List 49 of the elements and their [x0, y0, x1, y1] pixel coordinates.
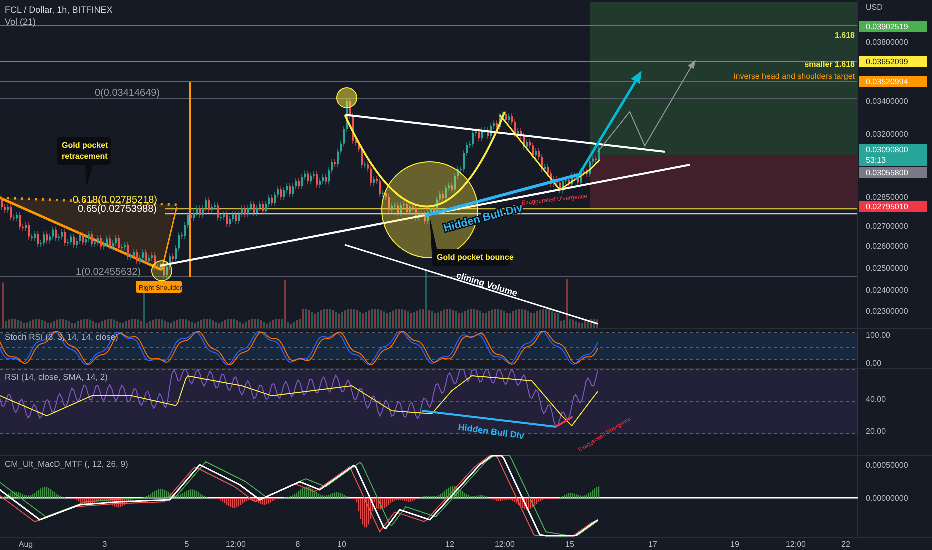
time-tick: 17 — [648, 540, 658, 549]
chart-annotation: Hidden Bull Div — [458, 422, 525, 442]
price-tick: 0.02700000 — [866, 222, 908, 231]
price-tag: 0.03902519 — [859, 21, 927, 32]
price-tag: 0.03090800 53:13 — [859, 144, 927, 166]
fib-level-label: 0.618(0.02785218) — [73, 195, 158, 206]
time-tick: 12:00 — [786, 540, 806, 549]
time-tick: 12 — [446, 540, 454, 549]
price-tag: 0.03520994 — [859, 76, 927, 87]
time-tick: 3 — [102, 540, 108, 549]
price-tick: 0.02600000 — [866, 242, 908, 251]
price-tag: 0.03055800 — [859, 167, 927, 178]
price-tag: 0.02795010 — [859, 201, 927, 212]
chart-title: FCL / Dollar, 1h, BITFINEX — [5, 5, 113, 15]
value-tick: 100.00 — [866, 331, 890, 340]
fib-level-label: 0(0.03414649) — [95, 88, 160, 99]
price-tick: 0.03800000 — [866, 38, 908, 47]
time-tick: 10 — [338, 540, 346, 549]
value-tick: 0.00050000 — [866, 461, 908, 470]
price-tick: 0.03200000 — [866, 130, 908, 139]
value-tick: 0.00 — [866, 359, 882, 368]
indicator-label: Vol (21) — [5, 17, 36, 27]
target-label: smaller 1.618 — [804, 60, 855, 69]
price-tick: 0.02850000 — [866, 193, 908, 202]
value-tick: 20.00 — [866, 427, 886, 436]
price-tick: 0.02400000 — [866, 286, 908, 295]
price-tick: 0.02300000 — [866, 307, 908, 316]
price-tag: 0.03652099 — [859, 56, 927, 67]
fib-level-label: 0.65(0.02753988) — [78, 204, 157, 215]
value-tick: 40.00 — [866, 395, 886, 404]
time-tick: 12:00 — [226, 540, 246, 549]
target-label: 1.618 — [834, 31, 855, 40]
time-tick: Aug — [18, 540, 34, 549]
time-tick: 15 — [566, 540, 574, 549]
indicator-label: CM_Ult_MacD_MTF (, 12, 26, 9) — [5, 459, 128, 469]
time-tick: 12:00 — [494, 540, 516, 549]
value-tick: 0.00000000 — [866, 494, 908, 503]
price-tick: 0.03400000 — [866, 97, 908, 106]
currency-label: USD — [866, 3, 883, 12]
price-tick: 0.02500000 — [866, 264, 908, 273]
time-tick: 19 — [730, 540, 740, 549]
time-tick: 8 — [296, 540, 300, 549]
chart-annotation: clining Volume — [455, 270, 519, 298]
fib-level-label: 1(0.02455632) — [76, 267, 142, 278]
time-tick: 22 — [842, 540, 850, 549]
time-tick: 5 — [184, 540, 190, 549]
indicator-label: RSI (14, close, SMA, 14, 2) — [5, 372, 108, 382]
callout: Gold pocket retracement — [57, 137, 111, 187]
target-label: inverse head and shoulders target — [734, 72, 855, 81]
